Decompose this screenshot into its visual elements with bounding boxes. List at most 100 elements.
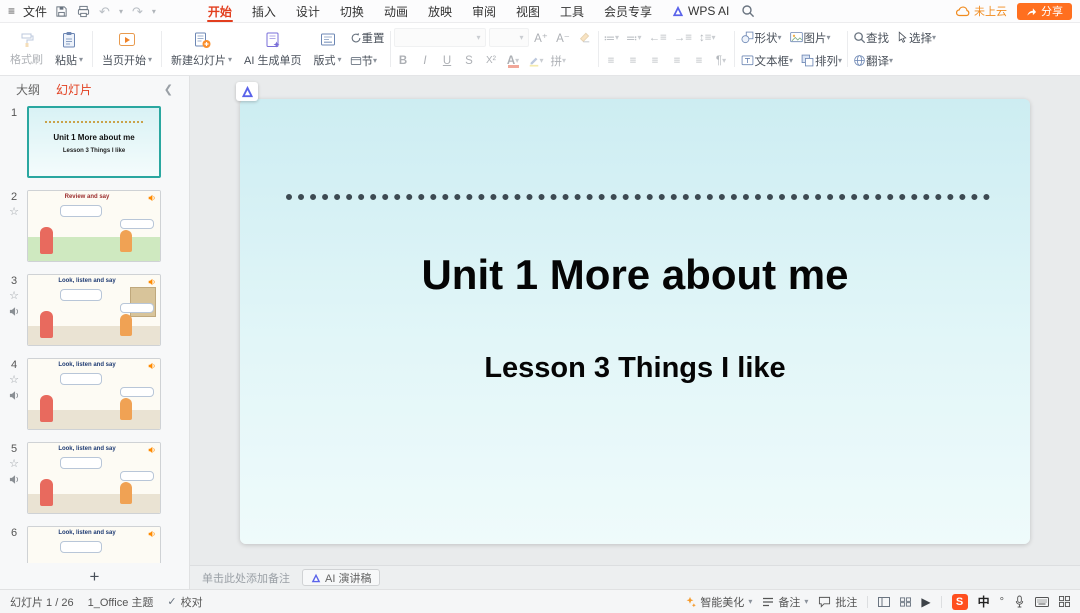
picture-button[interactable]: 图片 ▾ [787, 28, 833, 47]
start-from-current-button[interactable]: 当页开始 ▾ [96, 26, 158, 72]
undo-icon[interactable]: ↶ [99, 5, 110, 18]
theme-name[interactable]: 1_Office 主题 [88, 594, 154, 610]
file-menu[interactable]: 文件 [23, 3, 47, 20]
wps-ai-assistant-button[interactable] [236, 82, 258, 101]
italic-button[interactable]: I [416, 51, 435, 70]
font-color-button[interactable]: A ▾ [504, 51, 523, 70]
star-icon[interactable]: ☆ [9, 375, 19, 386]
tab-review[interactable]: 审阅 [462, 0, 506, 22]
tab-view[interactable]: 视图 [506, 0, 550, 22]
slide-canvas[interactable]: Unit 1 More about me Lesson 3 Things I l… [190, 76, 1080, 565]
bold-button[interactable]: B [394, 51, 413, 70]
format-painter-button[interactable]: 格式刷 [4, 26, 49, 72]
slide-title[interactable]: Unit 1 More about me [240, 251, 1030, 299]
reset-button[interactable]: 重置 [348, 28, 387, 47]
proofing-button[interactable]: ✓ 校对 [167, 594, 202, 610]
numbering-button[interactable]: ≕ ▾ [624, 28, 644, 47]
new-slide-button[interactable]: 新建幻灯片 ▾ [165, 26, 238, 72]
layout-button[interactable]: 版式 ▾ [308, 26, 348, 72]
star-icon[interactable]: ☆ [9, 291, 19, 302]
slide-thumbnail-5[interactable]: Look, listen and say [27, 442, 161, 514]
increase-indent-button[interactable]: →≡ [672, 28, 694, 47]
notes-toggle-button[interactable]: 备注 ▾ [762, 594, 808, 610]
paste-button[interactable]: 粘贴 ▾ [49, 26, 89, 72]
tab-slideshow[interactable]: 放映 [418, 0, 462, 22]
align-center-button[interactable]: ≡ [624, 51, 643, 70]
text-shadow-button[interactable]: S [460, 51, 479, 70]
sogou-input-icon[interactable]: S [951, 593, 968, 610]
underline-button[interactable]: U [438, 51, 457, 70]
ai-generate-page-button[interactable]: AI 生成单页 [238, 26, 307, 72]
text-direction-button[interactable]: ¶ ▾ [712, 51, 731, 70]
ime-toolbox-grid-icon[interactable] [1059, 596, 1070, 607]
keyboard-icon[interactable] [1035, 596, 1049, 607]
align-right-button[interactable]: ≡ [646, 51, 665, 70]
undo-dropdown-icon[interactable]: ▾ [119, 7, 123, 16]
speaker-icon[interactable] [9, 390, 20, 401]
tab-wps-ai[interactable]: WPS AI [662, 0, 739, 22]
star-icon[interactable]: ☆ [9, 459, 19, 470]
tab-design[interactable]: 设计 [286, 0, 330, 22]
ime-language-toggle[interactable]: 中 [978, 593, 990, 610]
tab-transitions[interactable]: 切换 [330, 0, 374, 22]
comments-button[interactable]: 批注 [818, 594, 857, 610]
save-icon[interactable] [55, 5, 68, 18]
font-family-select[interactable]: ▾ [393, 28, 486, 47]
justify-button[interactable]: ≡ [668, 51, 687, 70]
font-size-select[interactable]: ▾ [488, 28, 529, 47]
shape-button[interactable]: 形状 ▾ [738, 28, 784, 47]
superscript-button[interactable]: X² [482, 51, 501, 70]
smart-beautify-button[interactable]: 智能美化 ▾ [684, 594, 752, 610]
play-slideshow-icon[interactable]: ▶ [921, 595, 930, 609]
cloud-status[interactable]: 未上云 [956, 3, 1007, 19]
add-slide-button[interactable]: + [90, 568, 100, 585]
search-icon[interactable] [741, 4, 755, 18]
collapse-panel-icon[interactable]: ❮ [164, 83, 173, 96]
shrink-font-button[interactable]: A⁻ [554, 28, 573, 47]
normal-view-icon[interactable] [878, 596, 891, 607]
clear-format-button[interactable] [576, 28, 595, 47]
slide-thumbnail-3[interactable]: Look, listen and say [27, 274, 161, 346]
main-menu-icon[interactable]: ≡ [8, 4, 15, 18]
bullets-button[interactable]: ≔ ▾ [602, 28, 622, 47]
notes-placeholder[interactable]: 单击此处添加备注 [202, 570, 290, 586]
arrange-button[interactable]: 排列 ▾ [798, 51, 844, 70]
slide-thumbnail-6[interactable]: Look, listen and say [27, 526, 161, 563]
tab-member[interactable]: 会员专享 [594, 0, 662, 22]
tab-animation[interactable]: 动画 [374, 0, 418, 22]
speaker-icon[interactable] [9, 306, 20, 317]
slide-thumbnail-1[interactable]: Unit 1 More about me Lesson 3 Things I l… [27, 106, 161, 178]
current-slide[interactable]: Unit 1 More about me Lesson 3 Things I l… [240, 99, 1030, 544]
grow-font-button[interactable]: A⁺ [532, 28, 551, 47]
line-spacing-button[interactable]: ↕≡ ▾ [697, 28, 717, 47]
ai-script-button[interactable]: AI 演讲稿 [302, 569, 381, 586]
tab-insert[interactable]: 插入 [242, 0, 286, 22]
microphone-icon[interactable] [1014, 595, 1025, 608]
slide-subtitle[interactable]: Lesson 3 Things I like [240, 352, 1030, 385]
tab-home[interactable]: 开始 [198, 0, 242, 22]
phonetic-guide-button[interactable]: 拼 ▾ [549, 51, 569, 70]
distribute-button[interactable]: ≡ [690, 51, 709, 70]
tab-outline[interactable]: 大纲 [16, 81, 40, 98]
slide-thumbnail-2[interactable]: Review and say [27, 190, 161, 262]
find-button[interactable]: 查找 [851, 28, 891, 47]
section-button[interactable]: 节 ▾ [348, 51, 380, 70]
align-left-button[interactable]: ≡ [602, 51, 621, 70]
tab-tools[interactable]: 工具 [550, 0, 594, 22]
slide-thumbnail-4[interactable]: Look, listen and say [27, 358, 161, 430]
punctuation-mode-icon[interactable]: ° [1000, 596, 1004, 608]
share-button[interactable]: 分享 [1017, 2, 1072, 20]
highlight-button[interactable]: ▾ [526, 51, 546, 70]
textbox-button[interactable]: 文本框 ▾ [738, 51, 796, 70]
ai-generate-icon [266, 32, 280, 47]
print-icon[interactable] [77, 5, 90, 18]
slide-sorter-icon[interactable] [900, 596, 912, 607]
translate-button[interactable]: 翻译 ▾ [851, 51, 895, 70]
redo-icon[interactable]: ↷ [132, 5, 143, 18]
star-icon[interactable]: ☆ [9, 207, 19, 218]
speaker-icon[interactable] [9, 474, 20, 485]
select-button[interactable]: 选择 ▾ [894, 28, 938, 47]
tab-slides[interactable]: 幻灯片 [56, 81, 92, 98]
decrease-indent-button[interactable]: ←≡ [647, 28, 669, 47]
redo-dropdown-icon[interactable]: ▾ [152, 7, 156, 16]
